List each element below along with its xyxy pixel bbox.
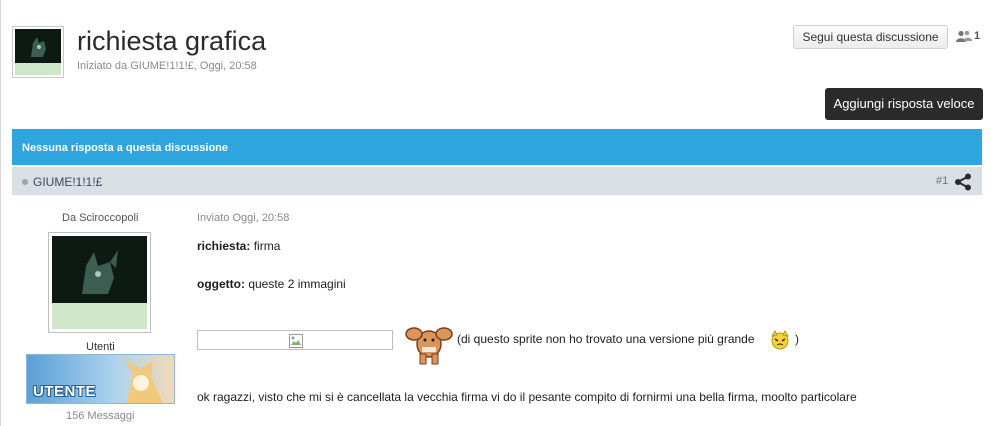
- topic-starter-avatar[interactable]: [12, 26, 64, 78]
- follow-topic-button[interactable]: Segui questa discussione: [793, 25, 948, 49]
- status-text: Nessuna risposta a questa discussione: [22, 142, 229, 154]
- topic-status-bar: Nessuna risposta a questa discussione: [12, 129, 982, 165]
- author-post-count: 156 Messaggi: [66, 410, 135, 422]
- emoticon-icon: [770, 330, 790, 350]
- users-icon: [956, 30, 972, 42]
- rank-label: UTENTE: [33, 383, 96, 400]
- object-line: oggetto: queste 2 immagini: [197, 277, 346, 291]
- author-avatar[interactable]: [48, 232, 151, 333]
- pokemon-sprite-image: [405, 327, 453, 365]
- followers-count[interactable]: 1: [956, 30, 980, 42]
- author-location: Da Sciroccopoli: [62, 212, 139, 224]
- request-value: firma: [253, 239, 281, 253]
- object-value: queste 2 immagini: [248, 277, 346, 291]
- online-status-dot: [22, 179, 28, 185]
- broken-image: [197, 330, 393, 350]
- request-line: richiesta: firma: [197, 239, 280, 253]
- post-author-link[interactable]: GIUME!1!1!£: [33, 175, 102, 189]
- author-group: Utenti: [86, 341, 115, 353]
- sprite-note-close: ): [795, 332, 799, 346]
- request-label: richiesta:: [197, 239, 251, 253]
- share-icon[interactable]: [954, 173, 972, 191]
- object-label: oggetto:: [197, 277, 245, 291]
- page-left-border: [0, 0, 1, 426]
- quick-reply-button[interactable]: Aggiungi risposta veloce: [825, 88, 983, 120]
- followers-count-value: 1: [974, 30, 981, 42]
- rank-badge-image: UTENTE: [26, 354, 175, 404]
- topic-meta: Iniziato da GIUME!1!1!£, Oggi, 20:58: [77, 60, 257, 72]
- post-header: GIUME!1!1!£ #1: [12, 167, 982, 195]
- sprite-note: (di questo sprite non ho trovato una ver…: [457, 332, 755, 346]
- topic-title: richiesta grafica: [77, 26, 267, 56]
- broken-image-icon: [289, 334, 303, 348]
- post-number-link[interactable]: #1: [936, 175, 948, 187]
- post-body-text: ok ragazzi, visto che mi si è cancellata…: [197, 390, 857, 404]
- post-date: Inviato Oggi, 20:58: [197, 212, 290, 224]
